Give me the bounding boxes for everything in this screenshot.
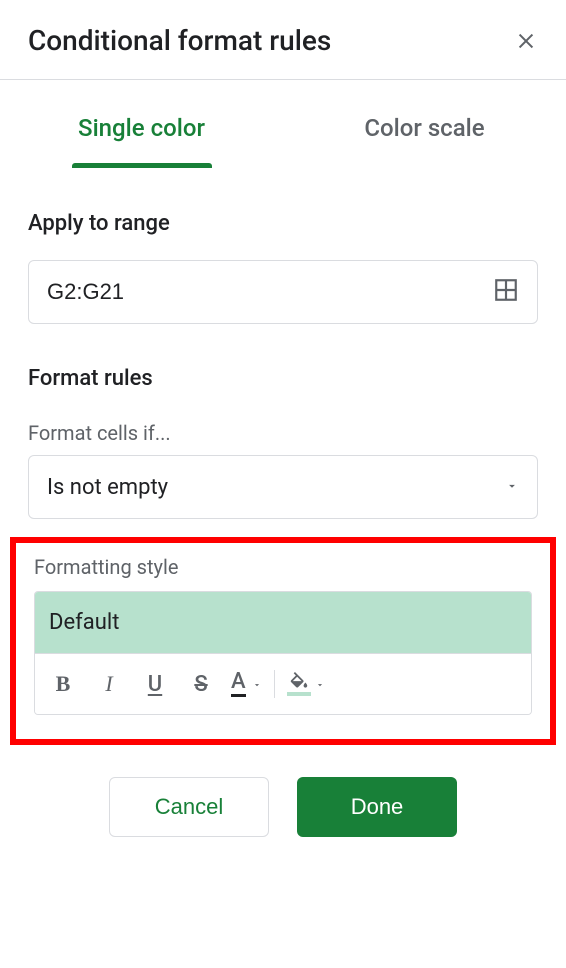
- bold-button[interactable]: B: [41, 664, 85, 704]
- text-color-button[interactable]: A: [225, 664, 266, 704]
- formatting-style-label: Formatting style: [34, 555, 532, 579]
- format-toolbar: B I U S A: [35, 654, 531, 714]
- grid-select-icon[interactable]: [493, 277, 519, 307]
- done-button[interactable]: Done: [297, 777, 457, 837]
- format-rules-title: Format rules: [28, 366, 538, 391]
- fill-color-button[interactable]: [283, 672, 329, 696]
- strikethrough-button[interactable]: S: [179, 664, 223, 704]
- chevron-down-icon: [252, 675, 262, 694]
- condition-value: Is not empty: [47, 475, 168, 500]
- italic-button[interactable]: I: [87, 664, 131, 704]
- style-preview-text: Default: [49, 610, 119, 635]
- toolbar-separator: [274, 670, 275, 698]
- condition-select[interactable]: Is not empty: [28, 455, 538, 519]
- panel-title: Conditional format rules: [28, 24, 331, 57]
- cancel-button[interactable]: Cancel: [109, 777, 269, 837]
- highlight-annotation: Formatting style Default B I U S A: [10, 537, 556, 745]
- tab-single-color-label: Single color: [78, 114, 205, 142]
- chevron-down-icon: [505, 478, 519, 497]
- format-cells-if-label: Format cells if...: [28, 421, 538, 445]
- range-input[interactable]: [47, 279, 493, 305]
- tab-color-scale[interactable]: Color scale: [283, 80, 566, 168]
- chevron-down-icon: [315, 675, 325, 694]
- style-preview-container: Default B I U S A: [34, 591, 532, 715]
- tab-color-scale-label: Color scale: [364, 114, 484, 142]
- style-preview[interactable]: Default: [35, 592, 531, 654]
- range-input-container: [28, 260, 538, 324]
- paint-bucket-icon: [287, 672, 311, 694]
- underline-button[interactable]: U: [133, 664, 177, 704]
- close-icon[interactable]: [514, 29, 538, 53]
- tab-single-color[interactable]: Single color: [0, 80, 283, 168]
- fill-color-indicator: [287, 692, 311, 696]
- apply-range-title: Apply to range: [28, 211, 538, 236]
